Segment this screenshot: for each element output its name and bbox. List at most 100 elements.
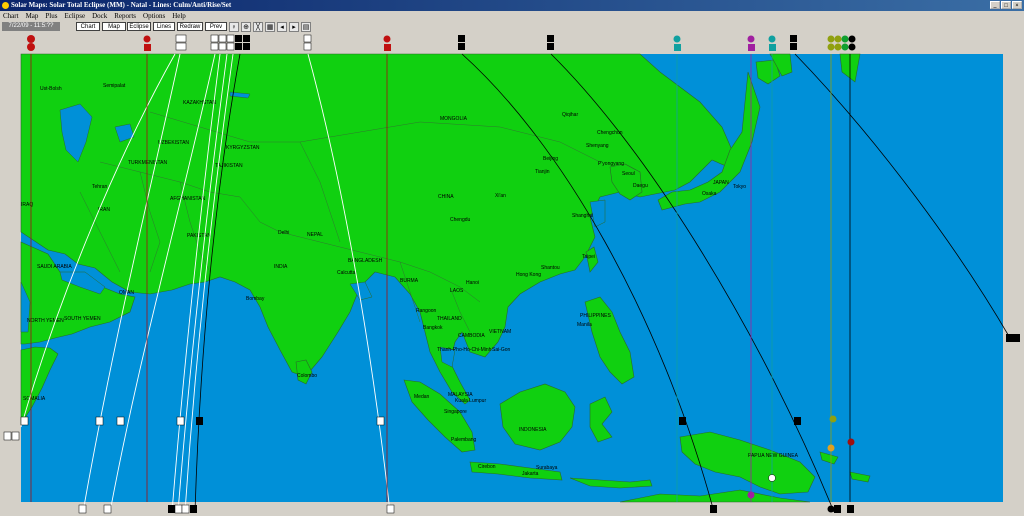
chiron-glyph-icon[interactable] [848,35,856,43]
jupiter-glyph-icon[interactable] [116,416,125,426]
redraw-button[interactable]: Redraw [177,22,203,31]
arrow-right-icon[interactable]: ▸ [289,22,299,32]
pluto-glyph-icon[interactable] [710,505,717,513]
map-label: TURKMENISTAN [128,160,167,166]
sun-glyph-icon[interactable] [27,43,35,51]
chiron-glyph-icon[interactable] [827,444,835,452]
pluto-glyph-icon[interactable] [458,35,465,42]
uranus-glyph-icon[interactable] [303,42,312,51]
close-button[interactable]: × [1012,1,1022,9]
neptune-glyph-icon[interactable] [768,35,776,43]
map-button[interactable]: Map [102,22,126,31]
lines-button[interactable]: Lines [153,22,175,31]
pluto-glyph-icon[interactable] [1013,334,1020,342]
node-glyph-icon[interactable] [243,43,250,50]
menu-help[interactable]: Help [172,11,186,21]
menu-reports[interactable]: Reports [114,11,136,21]
venus-glyph-icon[interactable] [210,42,219,51]
saturn-glyph-icon[interactable] [181,504,190,514]
astro-map[interactable]: Ust-Bolsh Semipalat KAZAKHSTAN MONGOLIA … [0,32,1024,514]
node-glyph-icon[interactable] [834,505,841,513]
pluto-glyph-icon[interactable] [790,35,797,42]
mars-glyph-icon[interactable] [383,35,391,43]
menu-chart[interactable]: Chart [3,11,19,21]
moon-glyph-icon[interactable] [748,44,755,51]
maximize-button[interactable]: □ [1001,1,1011,9]
mercury-glyph-icon[interactable] [11,431,20,441]
node-glyph-icon[interactable] [547,43,554,50]
neptune-glyph-icon[interactable] [674,44,681,51]
menu-plus[interactable]: Plus [45,11,57,21]
chiron-glyph-icon[interactable] [829,415,837,423]
grid-icon[interactable]: ▦ [265,22,275,32]
jupiter-glyph-icon[interactable] [226,34,235,43]
menu-map[interactable]: Map [26,11,39,21]
node-glyph-icon[interactable] [794,417,801,425]
node-glyph-icon[interactable] [243,35,250,42]
moon-glyph-icon[interactable] [747,35,755,43]
moon-glyph-icon[interactable] [747,491,755,499]
map-label: Sai-Gon [492,347,511,353]
node-glyph-icon[interactable] [235,35,242,42]
node-glyph-icon[interactable] [196,417,203,425]
chiron-glyph-icon[interactable] [827,43,835,51]
eclipse-button[interactable]: Eclipse [127,22,151,31]
zoom-icon[interactable]: ⊕ [241,22,251,32]
mercury-glyph-icon[interactable] [218,42,227,51]
pluto-glyph-icon[interactable] [790,43,797,50]
mercury-glyph-icon[interactable] [103,504,112,514]
print-icon[interactable]: ▤ [301,22,311,32]
map-label: Jakarta [522,471,539,477]
chiron-glyph-icon[interactable] [827,35,835,43]
node-glyph-icon[interactable] [168,505,175,513]
chiron-glyph-icon[interactable] [848,43,856,51]
chiron-glyph-icon[interactable] [841,35,849,43]
mars-glyph-icon[interactable] [384,44,391,51]
menu-dock[interactable]: Dock [92,11,107,21]
menu-eclipse[interactable]: Eclipse [64,11,85,21]
neptune-glyph-icon[interactable] [769,44,776,51]
line-tool-icon[interactable]: ╳ [253,22,263,32]
venus-glyph-icon[interactable] [78,504,87,514]
saturn-glyph-icon[interactable] [175,34,187,43]
minimize-button[interactable]: _ [990,1,1000,9]
menu-options[interactable]: Options [143,11,165,21]
moon-glyph-icon[interactable] [768,474,776,482]
map-area[interactable]: Ust-Bolsh Semipalat KAZAKHSTAN MONGOLIA … [0,32,1024,514]
chart-button[interactable]: Chart [76,22,100,31]
map-label: SOUTH YEMEN [64,316,101,322]
chiron-glyph-icon[interactable] [841,43,849,51]
mars-glyph-icon[interactable] [847,438,855,446]
mercury-glyph-icon[interactable] [95,416,104,426]
uranus-glyph-icon[interactable] [303,34,312,43]
venus-glyph-icon[interactable] [3,431,12,441]
pluto-glyph-icon[interactable] [458,43,465,50]
pluto-glyph-icon[interactable] [1006,334,1013,342]
mars-glyph-icon[interactable] [143,35,151,43]
sun-glyph-icon[interactable] [27,35,35,43]
neptune-glyph-icon[interactable] [673,35,681,43]
node-glyph-icon[interactable] [235,43,242,50]
uranus-glyph-icon[interactable] [386,504,395,514]
chiron-glyph-icon[interactable] [834,43,842,51]
venus-glyph-icon[interactable] [20,416,29,426]
chiron-glyph-icon[interactable] [834,35,842,43]
saturn-glyph-icon[interactable] [175,42,187,51]
jupiter-glyph-icon[interactable] [174,504,183,514]
map-label: INDONESIA [519,427,547,433]
saturn-glyph-icon[interactable] [176,416,185,426]
arrow-left-icon[interactable]: ◂ [277,22,287,32]
prev-button[interactable]: Prev [205,22,227,31]
planet-glyph-icon[interactable]: ♀ [229,22,239,32]
node-glyph-icon[interactable] [547,35,554,42]
mars-glyph-icon[interactable] [144,44,151,51]
pluto-glyph-icon[interactable] [679,417,686,425]
node-glyph-icon[interactable] [190,505,197,513]
node-glyph-icon[interactable] [827,505,835,513]
mercury-glyph-icon[interactable] [218,34,227,43]
venus-glyph-icon[interactable] [210,34,219,43]
map-label: Bangkok [423,325,443,331]
jupiter-glyph-icon[interactable] [226,42,235,51]
uranus-glyph-icon[interactable] [376,416,385,426]
node-glyph-icon[interactable] [847,505,854,513]
